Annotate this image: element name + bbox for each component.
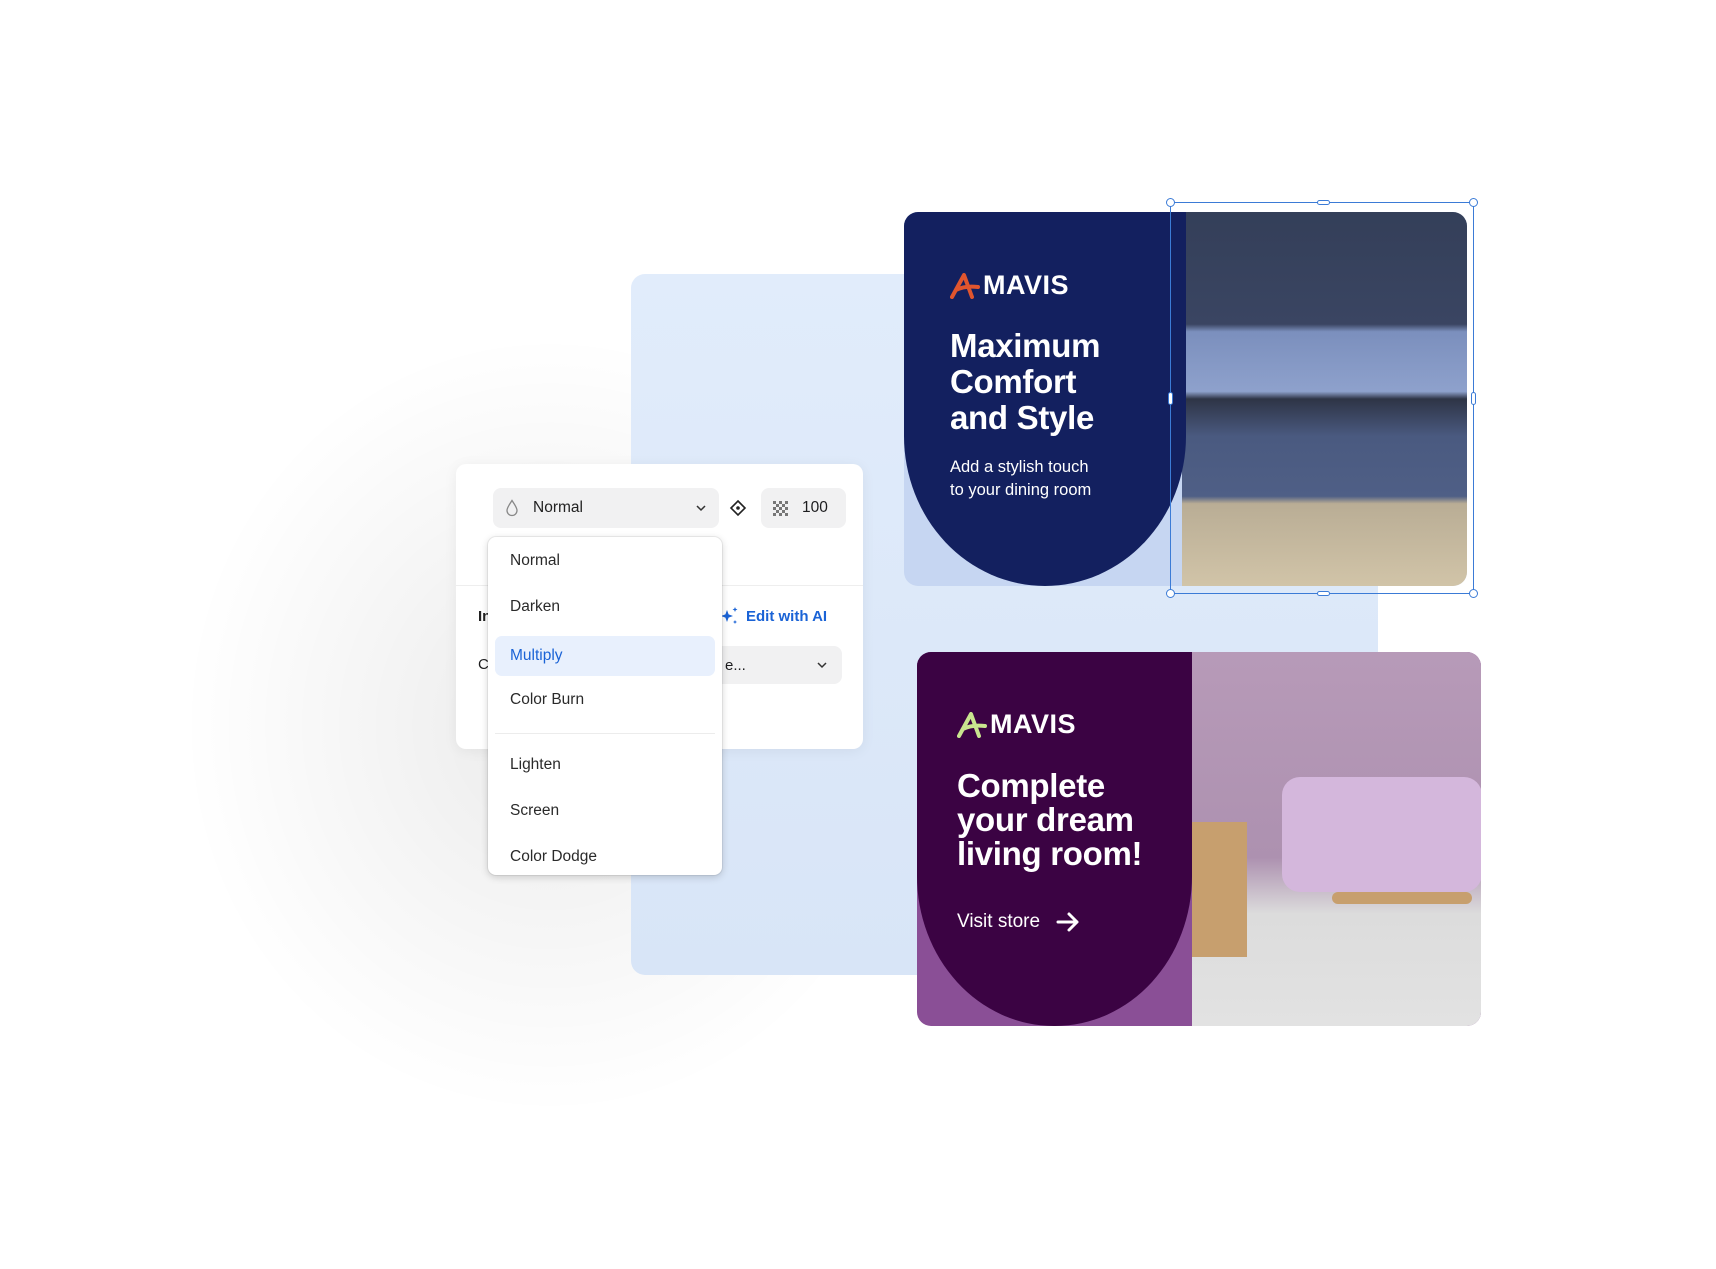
living-room-photo <box>1192 652 1481 1026</box>
secondary-select[interactable]: e... <box>715 646 842 684</box>
resize-handle[interactable] <box>1471 392 1476 405</box>
edit-with-ai-button[interactable]: Edit with AI <box>720 606 827 626</box>
option-normal[interactable]: Normal <box>495 541 715 581</box>
option-lighten[interactable]: Lighten <box>495 745 715 785</box>
keyframe-diamond-icon[interactable] <box>729 499 747 517</box>
blend-mode-dropdown: Normal Darken Multiply Color Burn Lighte… <box>488 537 722 875</box>
resize-handle[interactable] <box>1317 591 1330 596</box>
headline-line: Maximum <box>950 327 1101 364</box>
logo-mark-icon <box>957 711 987 738</box>
headline-line: Comfort <box>950 363 1077 400</box>
drop-icon <box>506 499 518 517</box>
secondary-select-value: e... <box>725 656 746 674</box>
headline-line: your dream <box>957 801 1134 838</box>
subtitle: Add a stylish touch to your dining room <box>950 456 1091 502</box>
brand-logo: MAVIS <box>957 709 1076 740</box>
brand-name: MAVIS <box>983 270 1070 300</box>
logo-mark-icon <box>950 272 980 299</box>
headline-line: Complete <box>957 767 1105 804</box>
visit-store-button[interactable]: Visit store <box>957 911 1080 933</box>
option-darken[interactable]: Darken <box>495 587 715 627</box>
chevron-down-icon <box>817 662 827 669</box>
subtitle-line: to your dining room <box>950 481 1092 499</box>
divider <box>495 733 715 734</box>
visit-store-label: Visit store <box>957 911 1041 932</box>
brand-name: MAVIS <box>990 709 1077 739</box>
resize-handle[interactable] <box>1469 198 1478 207</box>
resize-handle[interactable] <box>1469 589 1478 598</box>
option-screen[interactable]: Screen <box>495 791 715 831</box>
cabinet <box>1192 822 1247 957</box>
resize-handle[interactable] <box>1168 392 1173 405</box>
brand-logo: MAVIS <box>950 270 1069 301</box>
selection-box[interactable] <box>1166 198 1478 598</box>
sparkle-icon <box>721 607 738 624</box>
headline: Complete your dream living room! <box>957 767 1143 872</box>
arrow-right-icon <box>1056 912 1079 932</box>
resize-handle[interactable] <box>1166 198 1175 207</box>
subtitle-line: Add a stylish touch <box>950 458 1089 476</box>
opacity-value: 100 <box>802 499 828 516</box>
coffee-table <box>1332 892 1472 904</box>
blend-mode-select[interactable]: Normal <box>493 488 719 528</box>
option-color-dodge[interactable]: Color Dodge <box>495 837 715 875</box>
option-color-burn[interactable]: Color Burn <box>495 680 715 720</box>
resize-handle[interactable] <box>1166 589 1175 598</box>
chevron-down-icon <box>696 505 706 512</box>
option-multiply[interactable]: Multiply <box>495 636 715 676</box>
resize-handle[interactable] <box>1317 200 1330 205</box>
transparency-grid-icon <box>773 500 788 516</box>
banner-card-living[interactable]: MAVIS Complete your dream living room! V… <box>917 652 1481 1026</box>
opacity-field[interactable]: 100 <box>761 488 846 528</box>
sofa <box>1282 777 1481 892</box>
headline-line: and Style <box>950 399 1095 436</box>
blend-mode-value: Normal <box>533 499 583 516</box>
headline-line: living room! <box>957 835 1143 872</box>
headline: Maximum Comfort and Style <box>950 328 1100 436</box>
edit-with-ai-label: Edit with AI <box>746 607 828 625</box>
